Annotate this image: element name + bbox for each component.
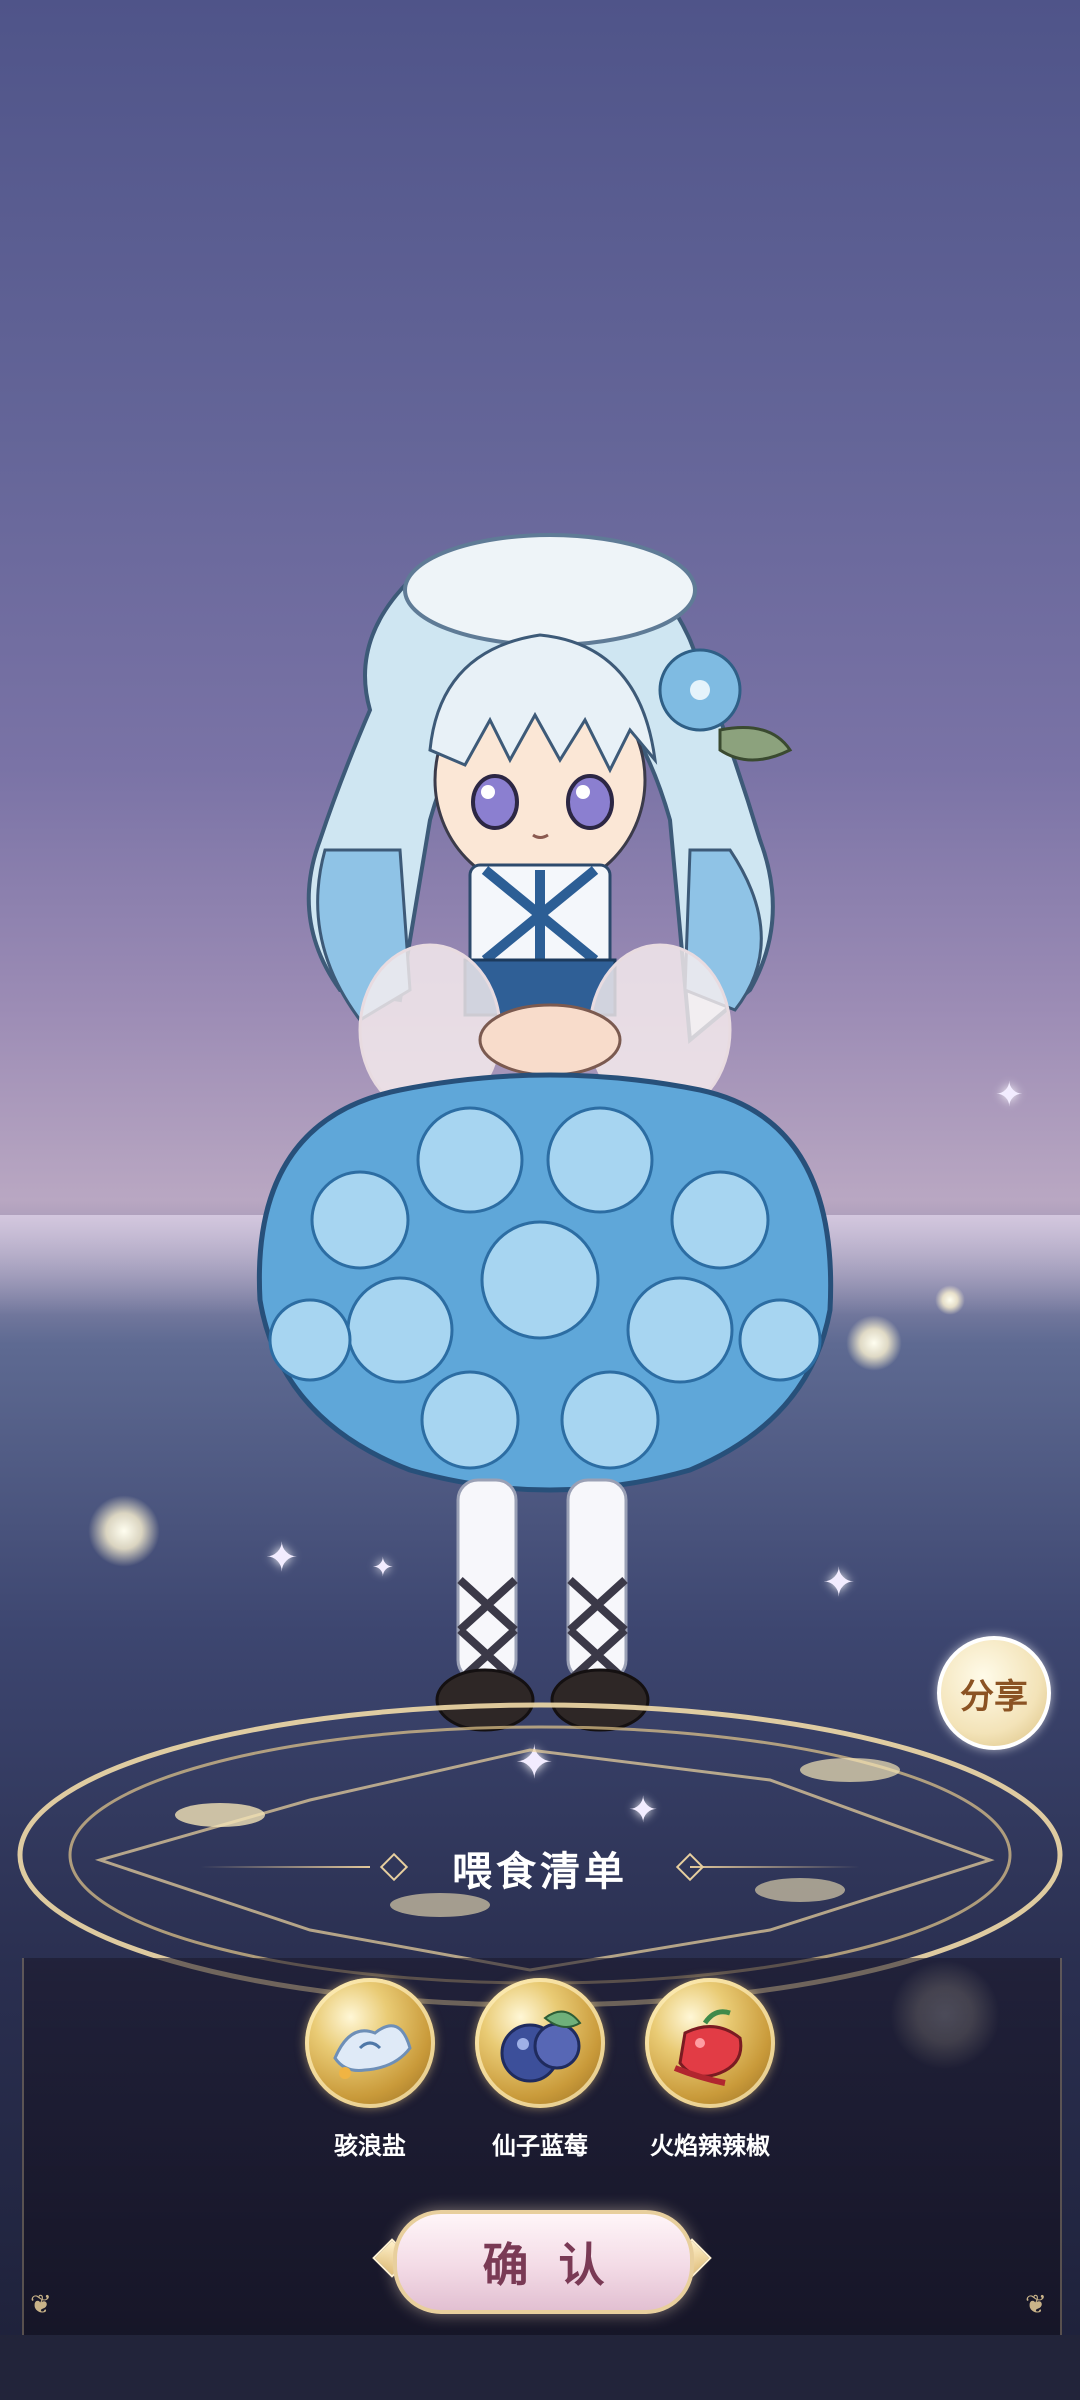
light-orb [935,1285,965,1315]
title-ornament-left [200,1866,370,1868]
feeding-items-list: 骇浪盐 仙子蓝莓 火焰辣辣椒 [290,1978,790,2178]
confirm-button-label: 确认 [482,2238,635,2292]
corner-ornament-icon: ❦ [1025,2290,1047,2320]
share-button-label: 分享 [960,1676,1028,1717]
sparkle-icon: ✦ [995,1075,1024,1115]
confirm-button[interactable]: 确认 [393,2210,694,2314]
salt-icon[interactable] [305,1978,435,2108]
light-orb [88,1495,160,1567]
share-button[interactable]: 分享 [937,1636,1051,1750]
food-item-label: 骇浪盐 [334,2132,406,2160]
chili-pepper-icon[interactable] [645,1978,775,2108]
feeding-list-title: 喂食清单 [452,1849,628,1895]
food-item[interactable]: 仙子蓝莓 [460,1978,620,2161]
panel-bottom-bar [0,2335,1080,2400]
title-ornament-right [690,1866,860,1868]
corner-ornament-icon: ❦ [30,2290,52,2320]
food-item-label: 火焰辣辣椒 [650,2132,770,2160]
food-item-label: 仙子蓝莓 [492,2132,588,2160]
panel-title-container: 喂食清单 [370,1838,710,1898]
food-item[interactable]: 骇浪盐 [290,1978,450,2161]
food-item[interactable]: 火焰辣辣椒 [630,1978,790,2161]
character-model[interactable] [230,520,870,1840]
blueberry-icon[interactable] [475,1978,605,2108]
